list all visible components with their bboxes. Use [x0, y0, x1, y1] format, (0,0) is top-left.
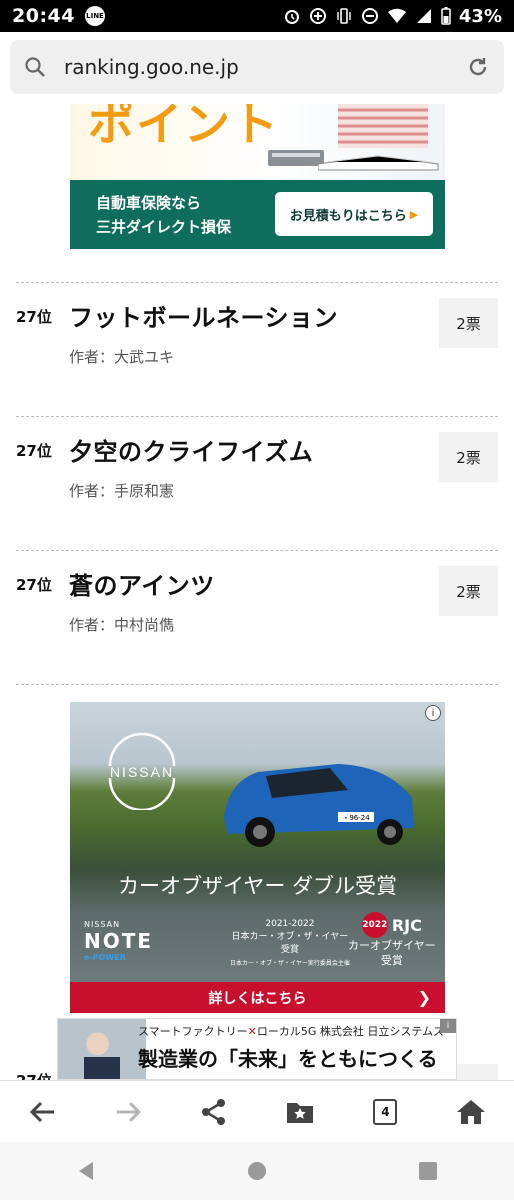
- dnd-icon: [361, 8, 378, 24]
- url-text[interactable]: ranking.goo.ne.jp: [64, 55, 239, 79]
- reload-icon[interactable]: [466, 55, 490, 79]
- license-plate: ・96-24: [342, 814, 370, 822]
- rjc-year: 2022: [361, 912, 388, 938]
- battery-percent: 43%: [458, 5, 502, 27]
- ad-info-icon[interactable]: i: [440, 1019, 456, 1033]
- url-bar[interactable]: ranking.goo.ne.jp: [10, 40, 504, 94]
- banner-text-a: スマートファクトリー: [138, 1025, 248, 1038]
- rank-title[interactable]: フットボールネーション: [69, 298, 338, 333]
- vote-count-badge: 2票: [439, 432, 498, 482]
- status-icons: 43%: [283, 6, 502, 27]
- home-button[interactable]: [441, 1087, 501, 1137]
- home-icon: [457, 1099, 486, 1124]
- ranking-item[interactable]: 27位 蒼のアインツ 作者：中村尚儁 2票: [0, 552, 514, 672]
- award-label: 受賞: [280, 945, 299, 955]
- ranking-item[interactable]: 27位 フットボールネーション 作者：大武ユキ 2票: [0, 284, 514, 404]
- award-org: 日本カー・オブ・ザ・イヤー実行委員会主催: [230, 960, 350, 967]
- chevron-right-icon: ❯: [417, 988, 431, 1007]
- arrow-left-icon: [29, 1101, 54, 1122]
- rank-title[interactable]: 夕空のクライフイズム: [69, 432, 313, 467]
- play-arrow-icon: ▶: [409, 207, 419, 221]
- divider: [16, 550, 498, 551]
- calculator-illustration: [268, 150, 324, 166]
- divider: [16, 416, 498, 417]
- insurance-ad-line1: 自動車保険なら: [96, 194, 202, 212]
- banner-x: ✕: [247, 1025, 257, 1038]
- note-logo: NISSAN NOTE e-POWER: [84, 920, 153, 962]
- ranking-item[interactable]: 27位 夕空のクライフイズム 作者：手原和憲 2票: [0, 418, 514, 538]
- insurance-ad-footer: 自動車保険なら 三井ダイレクト損保 お見積もりはこちら ▶: [70, 180, 445, 249]
- cotY-award: 2021-2022 日本カー・オブ・ザ・イヤー 受賞 日本カー・オブ・ザ・イヤー…: [230, 918, 350, 970]
- person-suit: [84, 1057, 120, 1079]
- divider: [16, 684, 498, 685]
- search-icon: [25, 57, 45, 77]
- browser-toolbar: 4: [0, 1080, 514, 1142]
- tab-count-icon: 4: [373, 1098, 398, 1125]
- award-name: 日本カー・オブ・ザ・イヤー: [231, 932, 349, 942]
- signal-icon: [416, 9, 431, 23]
- wifi-icon: [387, 8, 406, 23]
- divider: [16, 282, 498, 283]
- tabs-button[interactable]: 4: [355, 1087, 415, 1137]
- nissan-ad-cta-button[interactable]: 詳しくはこちら ❯: [70, 982, 445, 1013]
- rjc-award: 2022 RJC カーオブザイヤー 受賞: [348, 912, 436, 968]
- nissan-ad-headline: カーオブザイヤー ダブル受賞: [117, 874, 398, 898]
- hitachi-banner-ad[interactable]: スマートファクトリー✕ローカル5G 株式会社 日立システムズ 製造業の「未来」を…: [57, 1018, 457, 1080]
- nav-home-icon[interactable]: [246, 1160, 268, 1182]
- award-year: 2021-2022: [265, 919, 315, 929]
- forward-button[interactable]: [98, 1087, 158, 1137]
- share-icon: [202, 1098, 226, 1125]
- nissan-ad-cta-label: 詳しくはこちら: [208, 990, 307, 1007]
- arrow-right-icon: [117, 1101, 142, 1122]
- system-nav-bar: [0, 1142, 514, 1200]
- vote-count-badge: 2票: [439, 566, 498, 616]
- share-button[interactable]: [184, 1087, 244, 1137]
- vibrate-icon: [337, 8, 351, 24]
- status-bar: 20:44 LINE 43%: [0, 0, 514, 32]
- insurance-ad-image: ポイント: [70, 104, 445, 180]
- browser-header: ranking.goo.ne.jp: [0, 32, 514, 104]
- rank-author: 作者：大武ユキ: [69, 348, 175, 366]
- insurance-ad-headline: ポイント: [88, 104, 280, 151]
- rank-position: 27位: [16, 576, 52, 594]
- note-powertrain: e-POWER: [84, 953, 126, 962]
- car-illustration: ・96-24: [224, 764, 414, 847]
- banner-company: 株式会社 日立システムズ: [319, 1025, 445, 1038]
- insurance-ad-cta-button[interactable]: お見積もりはこちら ▶: [275, 192, 433, 236]
- banner-headline: 製造業の「未来」をともにつくる: [138, 1047, 438, 1071]
- nissan-logo: NISSAN: [108, 732, 176, 810]
- rank-author: 作者：手原和憲: [69, 482, 175, 500]
- rjc-award-line1: カーオブザイヤー: [348, 939, 436, 952]
- rank-position: 27位: [16, 442, 52, 460]
- note-brand-small: NISSAN: [84, 920, 121, 929]
- back-button[interactable]: [13, 1087, 73, 1137]
- nav-back-icon[interactable]: [75, 1160, 97, 1182]
- rjc-award-line2: 受賞: [380, 954, 403, 967]
- insurance-ad[interactable]: ポイント 自動車保険なら 三井ダイレクト損保 お見積もりはこちら ▶: [70, 104, 445, 249]
- banner-subtitle: スマートファクトリー✕ローカル5G 株式会社 日立システムズ: [138, 1023, 444, 1039]
- battery-icon: [441, 7, 451, 25]
- alarm-icon: [284, 10, 299, 24]
- note-model: NOTE: [84, 929, 154, 953]
- nissan-ad-image: NISSAN ・96-24 カーオブザイヤー ダブル受賞 NISSAN NOTE…: [70, 702, 445, 982]
- bookmarks-button[interactable]: [270, 1087, 330, 1137]
- nissan-ad[interactable]: NISSAN ・96-24 カーオブザイヤー ダブル受賞 NISSAN NOTE…: [70, 702, 445, 1013]
- line-notification-icon: LINE: [84, 6, 105, 26]
- person-reading-illustration: [318, 104, 439, 171]
- data-saver-icon: [309, 8, 326, 24]
- bookmark-folder-icon: [286, 1102, 313, 1123]
- nav-recents-icon[interactable]: [417, 1160, 439, 1182]
- ad-info-icon[interactable]: i: [425, 705, 441, 721]
- insurance-ad-line2: 三井ダイレクト損保: [96, 218, 232, 236]
- insurance-ad-cta-label: お見積もりはこちら: [289, 208, 407, 224]
- rjc-logo: RJC: [391, 915, 422, 935]
- nissan-logo-text: NISSAN: [110, 764, 174, 780]
- rank-author: 作者：中村尚儁: [69, 616, 175, 634]
- banner-text-b: ローカル5G: [256, 1025, 317, 1038]
- rank-position: 27位: [16, 308, 52, 326]
- page-content: ポイント 自動車保険なら 三井ダイレクト損保 お見積もりはこちら ▶ 27位 フ…: [0, 104, 514, 1086]
- status-time: 20:44: [12, 5, 75, 27]
- rank-title[interactable]: 蒼のアインツ: [69, 566, 215, 601]
- vote-count-badge: 2票: [439, 298, 498, 348]
